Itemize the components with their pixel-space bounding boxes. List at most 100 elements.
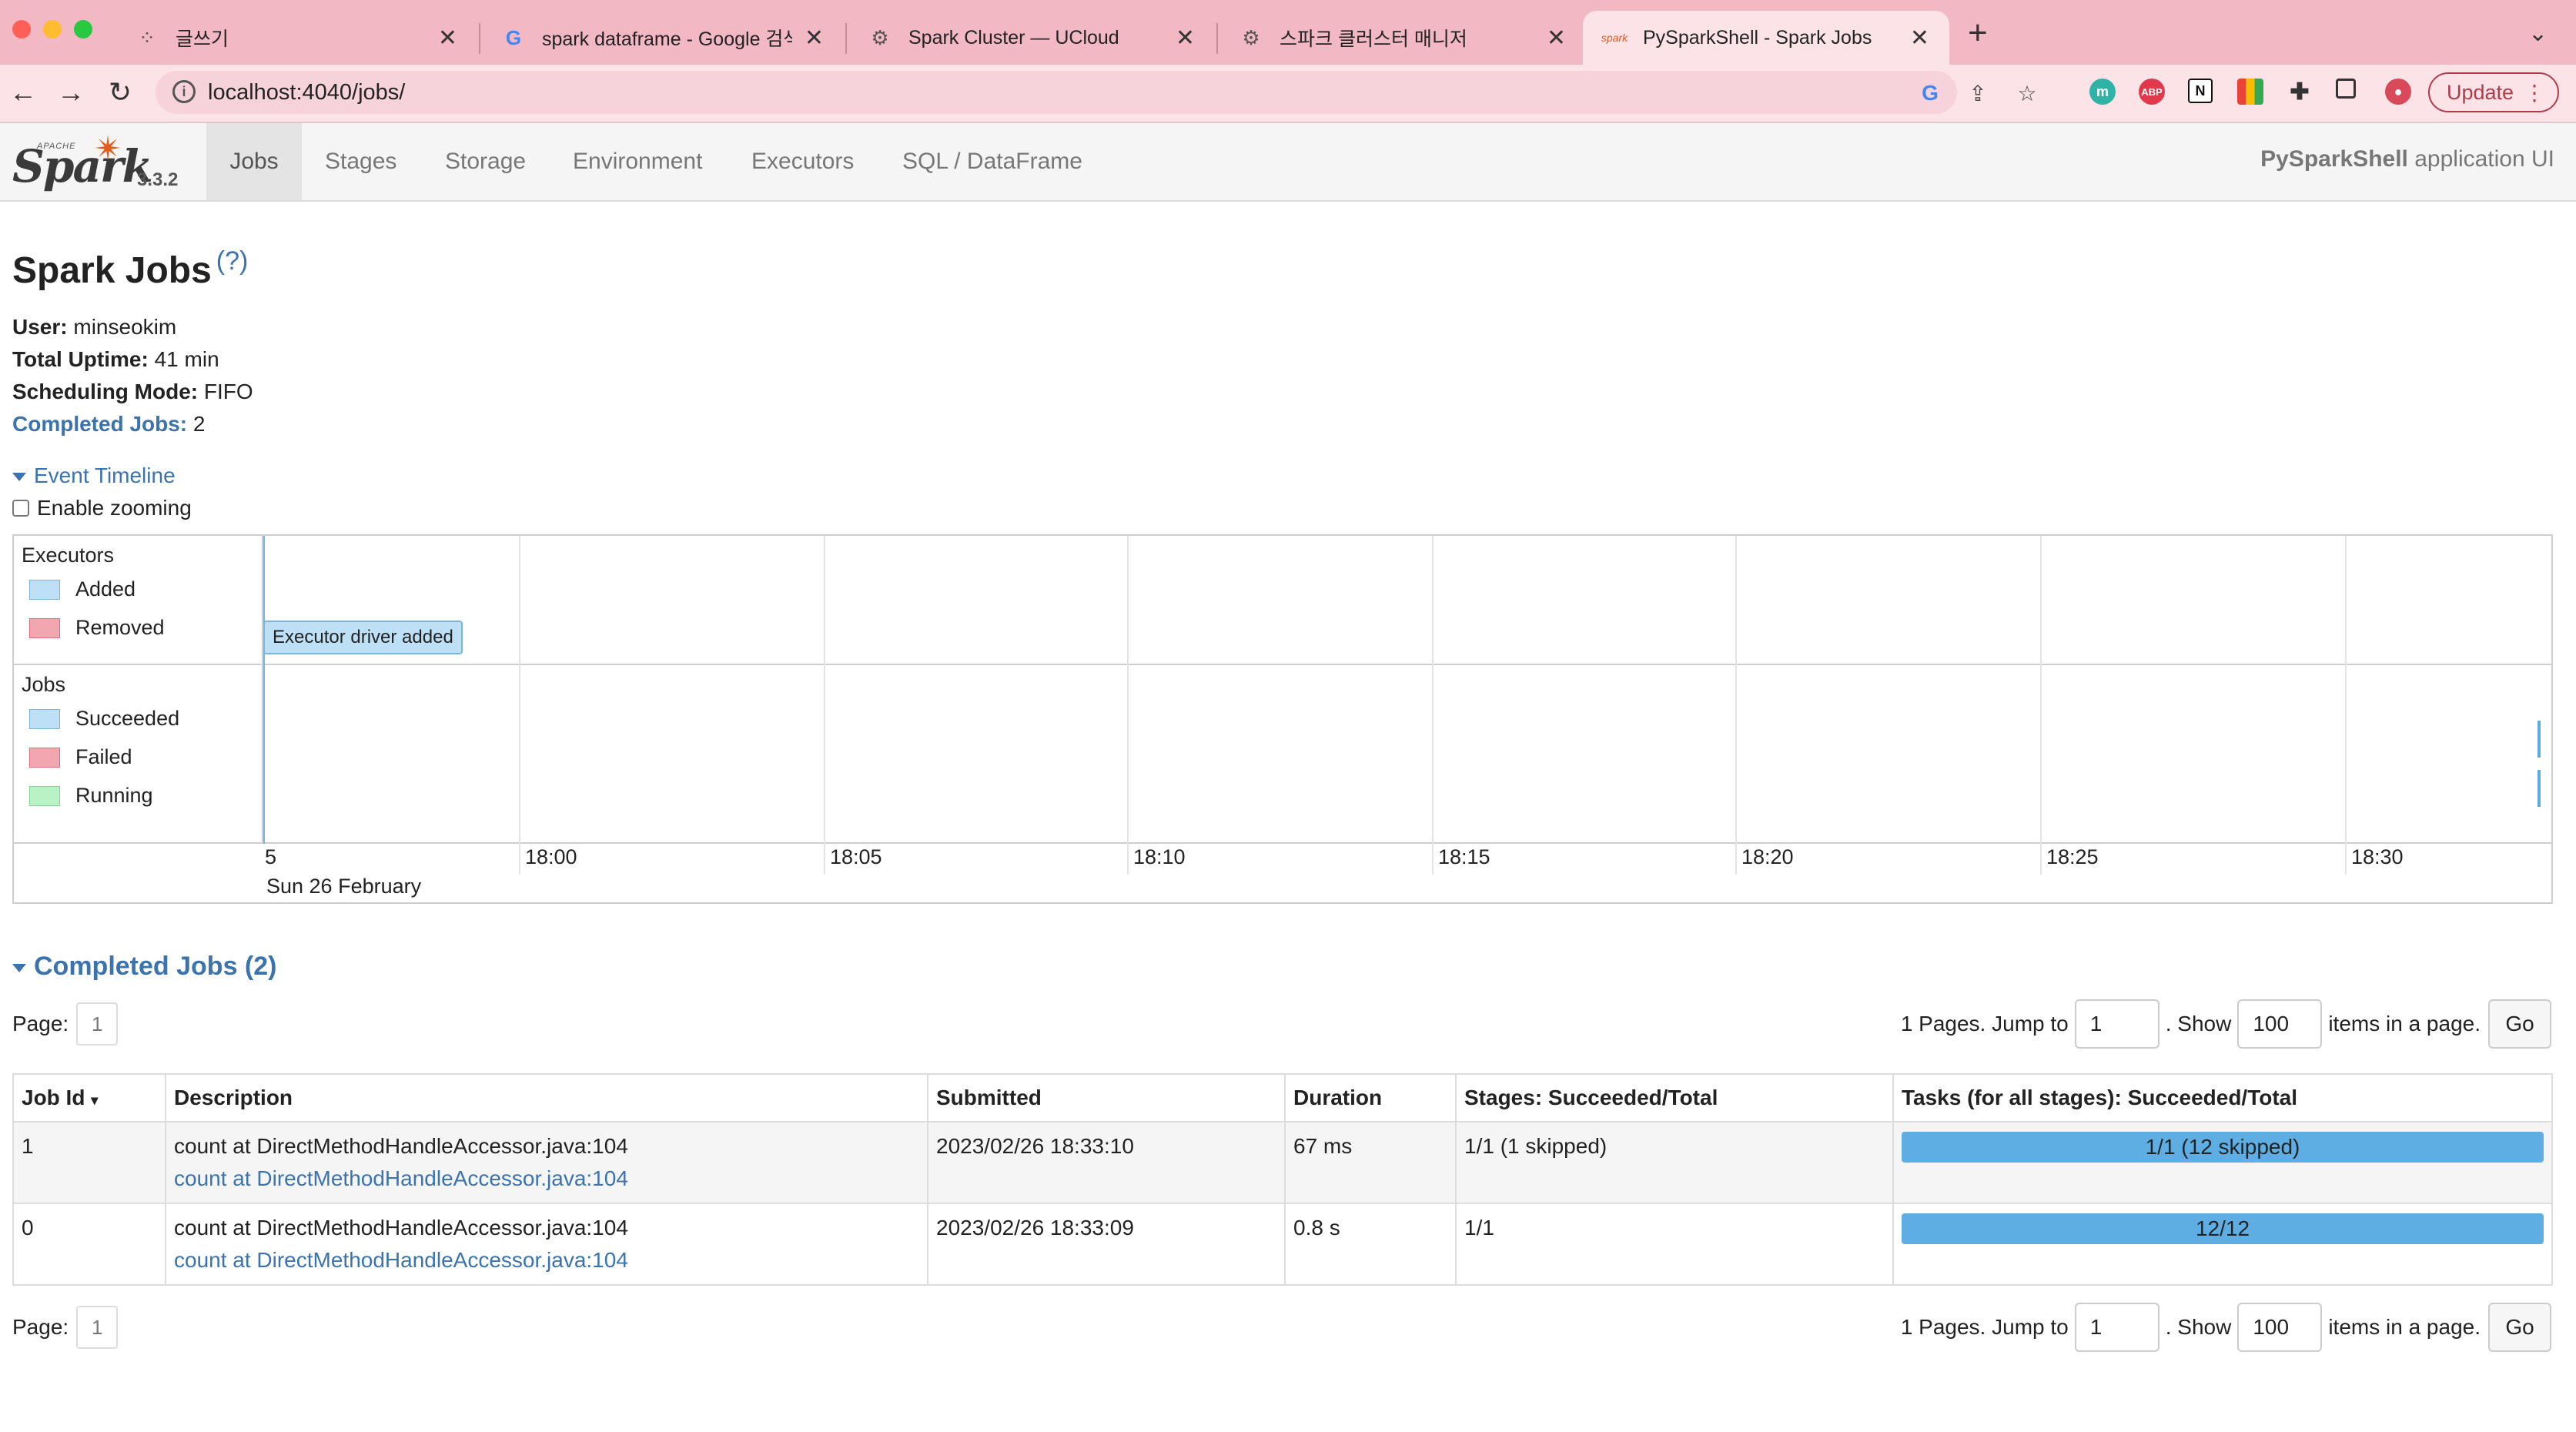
browser-tab-2[interactable]: G spark dataframe - Google 검색 ✕: [482, 11, 844, 65]
summary-label: Scheduling Mode:: [12, 380, 199, 403]
notion-icon[interactable]: N: [2188, 79, 2213, 103]
col-duration[interactable]: Duration: [1284, 1073, 1457, 1123]
page-number-button[interactable]: 1: [76, 1306, 119, 1349]
url-text[interactable]: localhost:4040/jobs/: [208, 80, 405, 105]
side-panel-icon[interactable]: [2336, 79, 2356, 99]
page-label: Page:: [12, 1315, 69, 1339]
extensions-puzzle-icon[interactable]: ✚: [2287, 79, 2313, 105]
stages-cell: 1/1 (1 skipped): [1455, 1121, 1894, 1204]
col-description[interactable]: Description: [165, 1073, 928, 1123]
sort-desc-icon: ▾: [91, 1092, 99, 1108]
tab-close-icon[interactable]: ✕: [1910, 25, 1929, 52]
tab-close-icon[interactable]: ✕: [1547, 25, 1566, 52]
reload-icon[interactable]: ↻: [103, 75, 137, 109]
back-arrow-icon[interactable]: ←: [6, 75, 40, 109]
tasks-progress-text: 1/1 (12 skipped): [2145, 1135, 2300, 1159]
timeline-start-line: [263, 536, 265, 844]
enable-zooming-checkbox[interactable]: [12, 500, 29, 517]
completed-jobs-link[interactable]: Completed Jobs:: [12, 412, 187, 436]
nav-executors[interactable]: Executors: [730, 123, 875, 200]
share-icon[interactable]: ⇪: [1965, 80, 1991, 106]
new-tab-plus-icon[interactable]: +: [1968, 14, 1988, 52]
job-1-marker[interactable]: [2538, 721, 2541, 758]
browser-tab-3[interactable]: ⚙ Spark Cluster — UCloud ✕: [848, 11, 1215, 65]
nav-environment[interactable]: Environment: [551, 123, 724, 200]
nav-jobs[interactable]: Jobs: [206, 123, 302, 200]
page-size-input[interactable]: 100: [2237, 999, 2323, 1049]
google-lens-icon[interactable]: G: [1917, 80, 1943, 106]
forward-arrow-icon[interactable]: →: [54, 75, 88, 109]
profile-avatar-icon[interactable]: ●: [2385, 79, 2411, 105]
address-bar[interactable]: i localhost:4040/jobs/ G ⇪ ☆: [156, 71, 2037, 114]
legend-succeeded: Succeeded: [29, 707, 179, 731]
job-description-link[interactable]: count at DirectMethodHandleAccessor.java…: [174, 1163, 919, 1195]
browser-tab-4[interactable]: ⚙ 스파크 클러스터 매니저 ✕: [1219, 11, 1586, 65]
executor-driver-added-event[interactable]: Executor driver added: [263, 621, 463, 654]
legend-added: Added: [29, 577, 135, 601]
tab-title: 스파크 클러스터 매니저: [1280, 28, 1467, 50]
page-title: Spark Jobs (?): [12, 246, 248, 292]
legend-label: Running: [75, 784, 153, 807]
stages-cell: 1/1: [1455, 1203, 1894, 1286]
tasks-cell: 12/12: [1892, 1203, 2553, 1286]
extension-m-icon[interactable]: m: [2089, 79, 2116, 105]
google-icon: G: [505, 25, 522, 49]
legend-removed: Removed: [29, 616, 165, 640]
completed-jobs-toggle[interactable]: Completed Jobs (2): [12, 952, 276, 982]
tasks-cell: 1/1 (12 skipped): [1892, 1121, 2553, 1204]
nav-storage[interactable]: Storage: [423, 123, 547, 200]
axis-label: 5: [265, 845, 277, 868]
jump-to-page-input[interactable]: 1: [2074, 999, 2159, 1049]
summary-value: minseokim: [73, 315, 177, 339]
extension-grid-icon[interactable]: [2237, 79, 2263, 105]
window-minimize-button[interactable]: [43, 20, 62, 38]
tab-separator: [1216, 23, 1218, 54]
table-header-row: Job Id ▾ Description Submitted Duration …: [12, 1073, 2553, 1123]
help-link[interactable]: (?): [216, 246, 249, 276]
spark-logo[interactable]: APACHE Spark ✴ 3.3.2: [11, 129, 196, 196]
col-submitted[interactable]: Submitted: [927, 1073, 1286, 1123]
page-jump-top: 1 Pages. Jump to 1 . Show 100 items in a…: [1901, 999, 2551, 1049]
go-button[interactable]: Go: [2488, 1303, 2551, 1352]
site-info-icon[interactable]: i: [172, 80, 196, 103]
page-number-button[interactable]: 1: [76, 1002, 119, 1046]
tab-search-chevron-icon[interactable]: ⌄: [2528, 20, 2548, 47]
col-stages[interactable]: Stages: Succeeded/Total: [1455, 1073, 1894, 1123]
tab-close-icon[interactable]: ✕: [1176, 25, 1195, 52]
bookmark-star-icon[interactable]: ☆: [2014, 80, 2040, 106]
tab-title: PySparkShell - Spark Jobs: [1643, 26, 1872, 49]
event-timeline[interactable]: Executors Added Removed Jobs Succeeded F…: [12, 534, 2553, 904]
browser-tab-5-active[interactable]: spark PySparkShell - Spark Jobs ✕: [1583, 11, 1949, 65]
update-button[interactable]: Update ⋮: [2428, 72, 2559, 112]
job-0-marker[interactable]: [2538, 770, 2541, 807]
event-timeline-toggle[interactable]: Event Timeline: [12, 463, 176, 488]
window-close-button[interactable]: [12, 20, 31, 38]
tab-title: spark dataframe - Google 검색: [542, 28, 792, 50]
description-text: count at DirectMethodHandleAccessor.java…: [174, 1216, 628, 1240]
tab-close-icon[interactable]: ✕: [805, 25, 824, 52]
browser-tab-1[interactable]: ⁘ 글쓰기 ✕: [115, 11, 477, 65]
jump-to-page-input[interactable]: 1: [2074, 1303, 2159, 1352]
more-vert-icon[interactable]: ⋮: [2524, 80, 2545, 105]
job-description-link[interactable]: count at DirectMethodHandleAccessor.java…: [174, 1244, 919, 1276]
nav-stages[interactable]: Stages: [303, 123, 418, 200]
legend-failed: Failed: [29, 745, 132, 769]
tab-separator: [845, 23, 847, 54]
summary-value: 2: [192, 412, 206, 436]
tab-close-icon[interactable]: ✕: [438, 25, 457, 52]
enable-zooming-row[interactable]: Enable zooming: [12, 496, 192, 520]
expand-triangle-icon: [12, 473, 26, 482]
window-maximize-button[interactable]: [74, 20, 92, 38]
browser-toolbar: ← → ↻ i localhost:4040/jobs/ G ⇪ ☆ m ABP…: [0, 65, 2576, 123]
page-size-input[interactable]: 100: [2237, 1303, 2323, 1352]
col-job-id[interactable]: Job Id ▾: [12, 1073, 166, 1123]
nav-sql-dataframe[interactable]: SQL / DataFrame: [881, 123, 1104, 200]
duration-cell: 0.8 s: [1284, 1203, 1457, 1286]
col-tasks[interactable]: Tasks (for all stages): Succeeded/Total: [1892, 1073, 2553, 1123]
go-button[interactable]: Go: [2488, 999, 2551, 1049]
timeline-gridline: [1127, 536, 1129, 875]
axis-label: 18:05: [830, 845, 882, 868]
adblock-icon[interactable]: ABP: [2139, 79, 2165, 105]
openai-icon: ⚙: [871, 25, 889, 49]
tasks-progress-text: 12/12: [2195, 1216, 2250, 1240]
